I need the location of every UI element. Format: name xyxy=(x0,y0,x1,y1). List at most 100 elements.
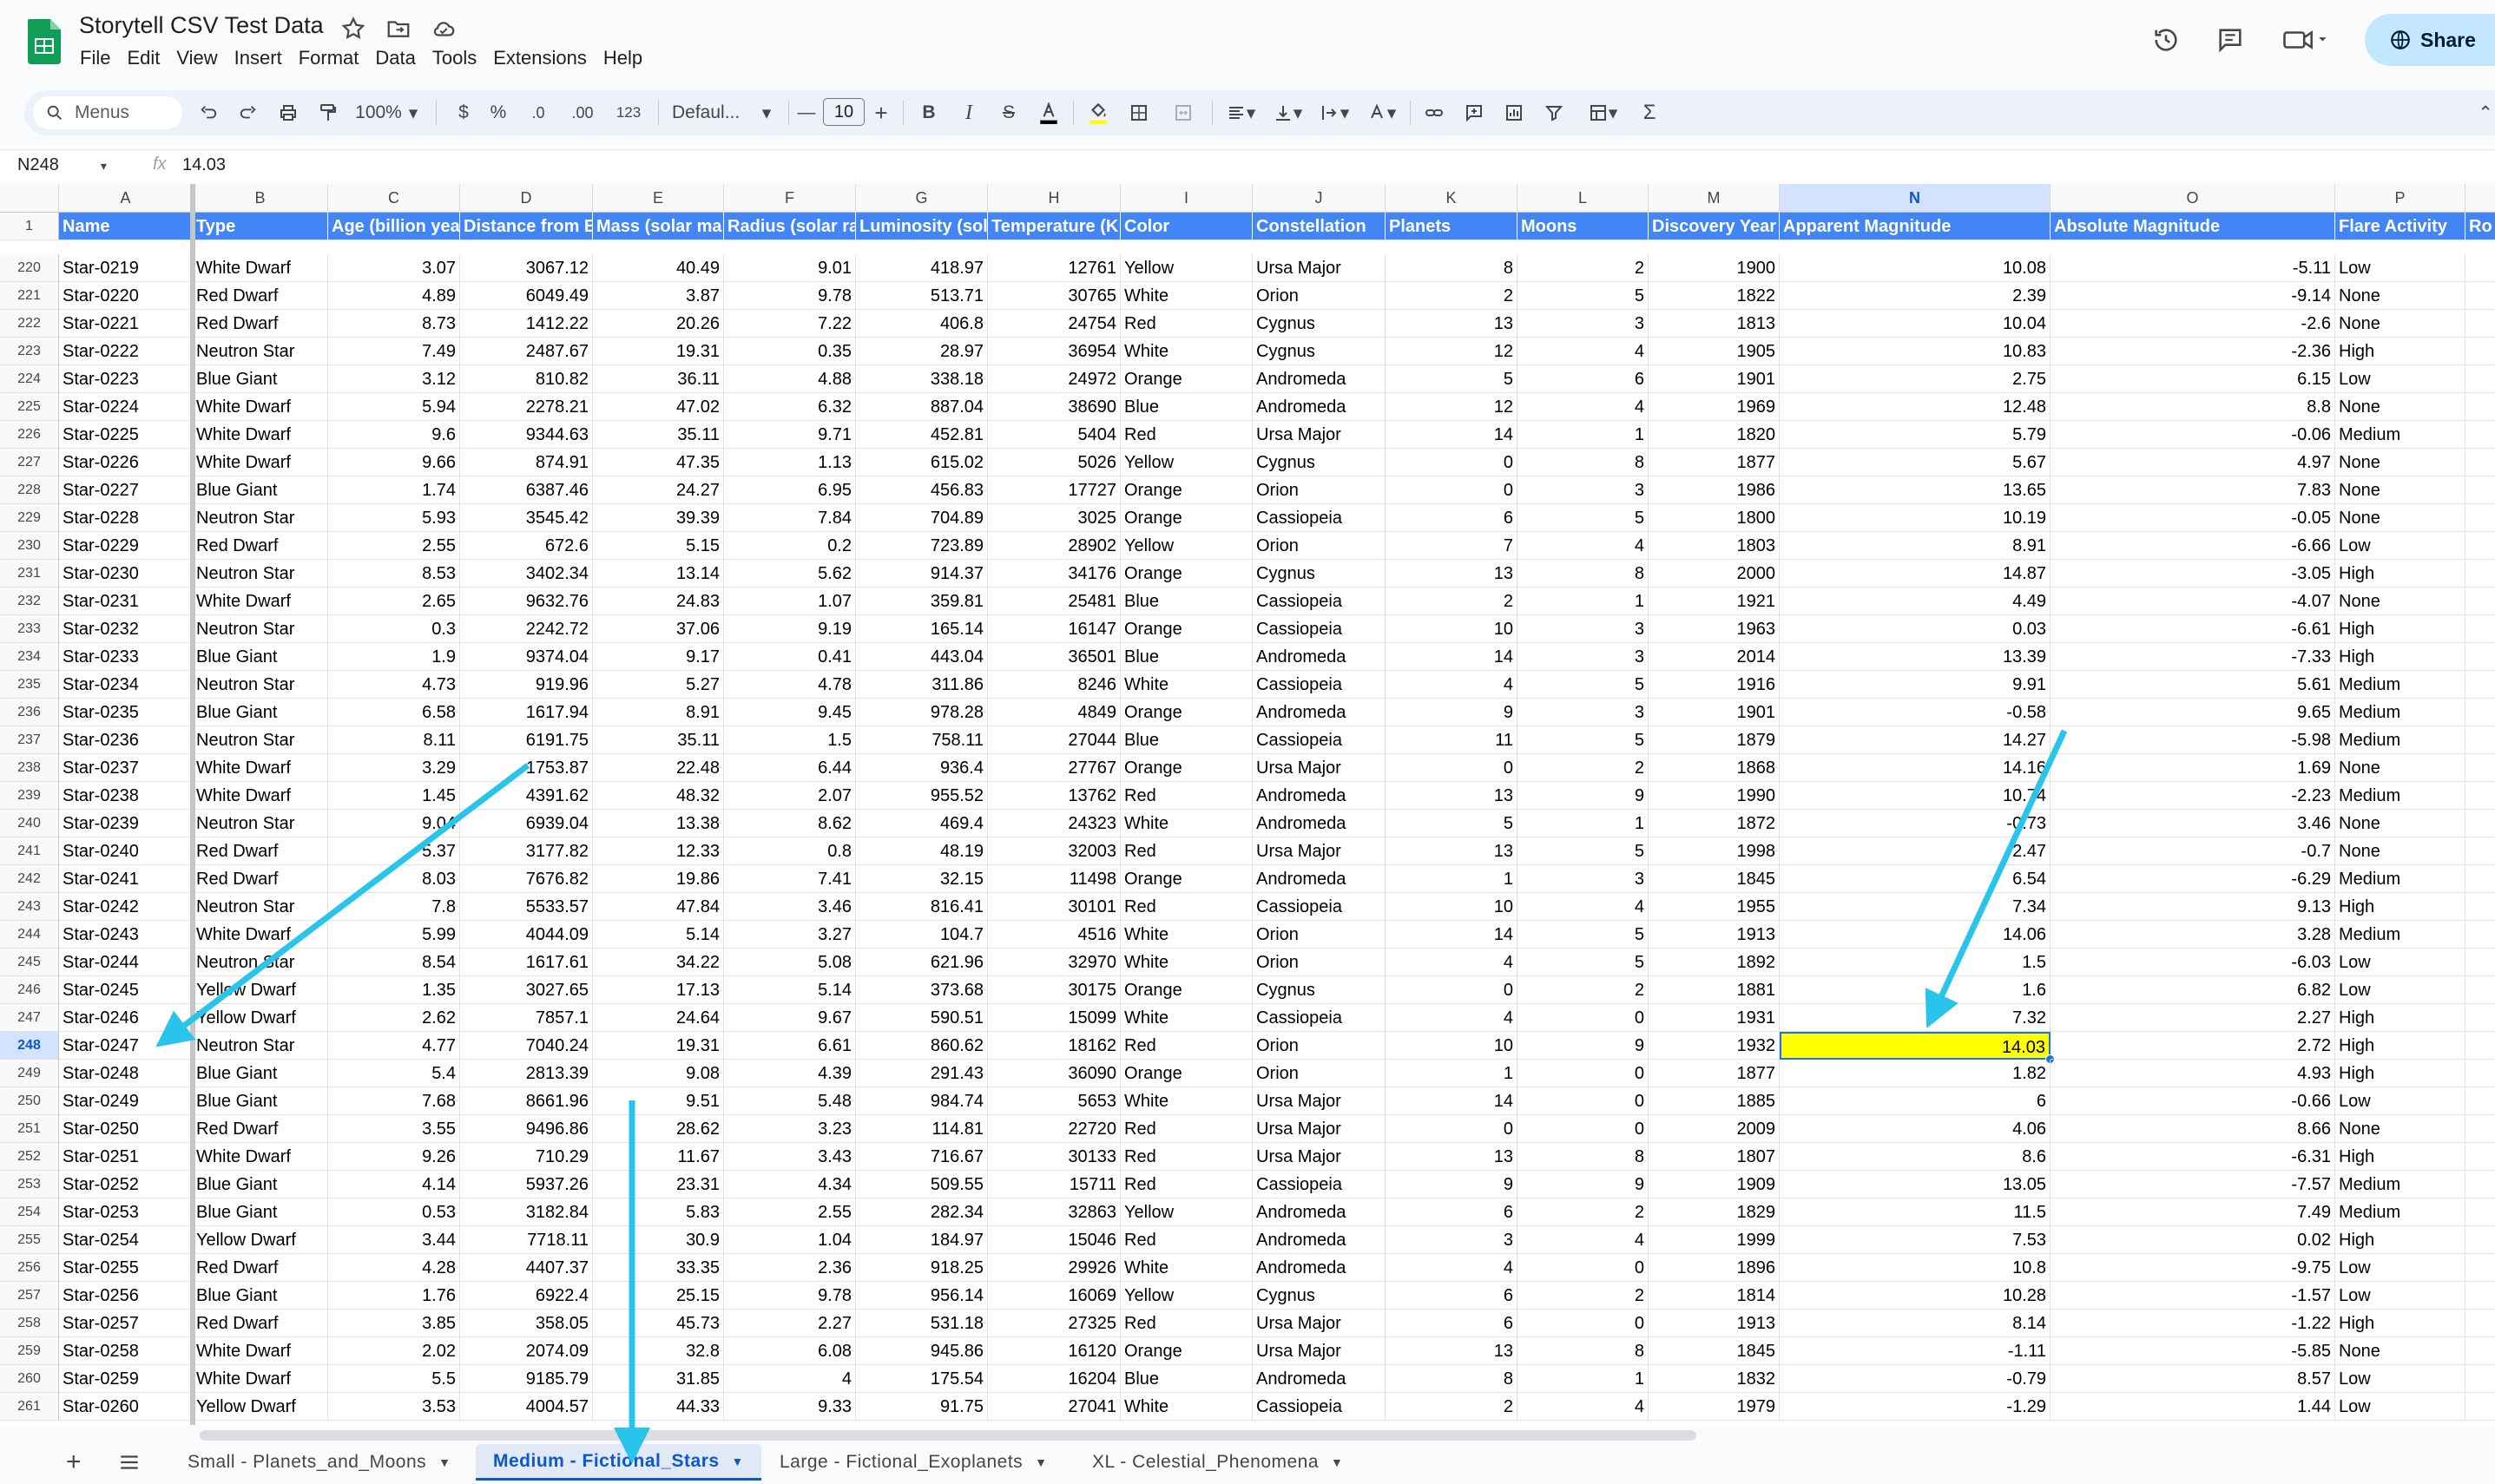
table-cell[interactable]: 3.28 xyxy=(2051,921,2335,949)
table-cell[interactable]: 0 xyxy=(1386,754,1517,782)
table-cell[interactable]: Low xyxy=(2335,365,2465,393)
table-cell[interactable]: 3.27 xyxy=(724,921,856,949)
table-cell[interactable] xyxy=(2465,365,2495,393)
table-cell[interactable]: 1872 xyxy=(1649,810,1780,837)
table-cell[interactable]: Star-0248 xyxy=(59,1060,193,1087)
table-cell[interactable]: 5937.26 xyxy=(460,1171,593,1198)
table-cell[interactable]: 17.13 xyxy=(593,976,724,1004)
table-cell[interactable]: 1901 xyxy=(1649,699,1780,726)
row-number[interactable]: 239 xyxy=(0,782,59,810)
table-cell[interactable]: 9.71 xyxy=(724,421,856,449)
sheet-tab-large[interactable]: Large - Fictional_Exoplanets ▼ xyxy=(762,1444,1065,1481)
table-cell[interactable]: 338.18 xyxy=(856,365,988,393)
table-cell[interactable]: Cassiopeia xyxy=(1253,1004,1386,1032)
table-cell[interactable]: 8246 xyxy=(988,671,1121,699)
table-cell[interactable]: 758.11 xyxy=(856,726,988,754)
table-cell[interactable]: 10.8 xyxy=(1780,1254,2051,1282)
table-cell[interactable]: 16147 xyxy=(988,615,1121,643)
menu-file[interactable]: File xyxy=(80,47,110,69)
table-cell[interactable]: White xyxy=(1121,282,1253,310)
move-folder-icon[interactable] xyxy=(385,16,411,42)
table-cell[interactable]: Orion xyxy=(1253,476,1386,504)
table-cell[interactable]: 3 xyxy=(1386,1226,1517,1254)
table-cell[interactable]: 358.05 xyxy=(460,1310,593,1337)
table-cell[interactable]: 6.15 xyxy=(2051,365,2335,393)
table-cell[interactable]: 1921 xyxy=(1649,588,1780,615)
column-title[interactable]: Moons xyxy=(1517,213,1649,240)
table-cell[interactable]: Star-0241 xyxy=(59,865,193,893)
table-cell[interactable]: Andromeda xyxy=(1253,865,1386,893)
table-cell[interactable] xyxy=(2465,949,2495,976)
row-number[interactable]: 244 xyxy=(0,921,59,949)
table-cell[interactable]: 7.8 xyxy=(328,893,460,921)
table-cell[interactable]: 1 xyxy=(1517,421,1649,449)
table-cell[interactable]: 2 xyxy=(1517,754,1649,782)
table-cell[interactable]: 291.43 xyxy=(856,1060,988,1087)
table-cell[interactable]: 9 xyxy=(1517,1171,1649,1198)
table-cell[interactable]: Red xyxy=(1121,1226,1253,1254)
table-cell[interactable]: 6387.46 xyxy=(460,476,593,504)
table-cell[interactable]: 4849 xyxy=(988,699,1121,726)
table-cell[interactable]: 4.14 xyxy=(328,1171,460,1198)
table-cell[interactable]: 1901 xyxy=(1649,365,1780,393)
table-cell[interactable]: Ursa Major xyxy=(1253,837,1386,865)
table-cell[interactable]: 12.48 xyxy=(1780,393,2051,421)
table-cell[interactable]: -0.06 xyxy=(2051,421,2335,449)
table-cell[interactable]: 12.33 xyxy=(593,837,724,865)
table-cell[interactable]: 47.35 xyxy=(593,449,724,476)
table-cell[interactable]: 10.08 xyxy=(1780,254,2051,282)
table-cell[interactable]: 704.89 xyxy=(856,504,988,532)
table-cell[interactable]: 3.43 xyxy=(724,1143,856,1171)
table-cell[interactable]: Orion xyxy=(1253,1032,1386,1060)
table-cell[interactable]: 3.46 xyxy=(724,893,856,921)
table-cell[interactable]: None xyxy=(2335,449,2465,476)
table-cell[interactable]: 8.73 xyxy=(328,310,460,338)
table-cell[interactable]: 36090 xyxy=(988,1060,1121,1087)
select-all-corner[interactable] xyxy=(0,184,59,212)
table-cell[interactable]: 723.89 xyxy=(856,532,988,560)
table-cell[interactable]: 10.04 xyxy=(1780,310,2051,338)
table-cell[interactable]: Red Dwarf xyxy=(193,1310,328,1337)
table-cell[interactable]: Yellow xyxy=(1121,449,1253,476)
table-cell[interactable]: Medium xyxy=(2335,921,2465,949)
row-number[interactable]: 253 xyxy=(0,1171,59,1198)
table-cell[interactable]: 6939.04 xyxy=(460,810,593,837)
table-cell[interactable]: 1.07 xyxy=(724,588,856,615)
menu-format[interactable]: Format xyxy=(299,47,359,69)
table-cell[interactable]: Cassiopeia xyxy=(1253,504,1386,532)
table-cell[interactable] xyxy=(2465,1060,2495,1087)
table-cell[interactable]: 452.81 xyxy=(856,421,988,449)
row-number[interactable]: 252 xyxy=(0,1143,59,1171)
table-cell[interactable]: 6 xyxy=(1517,365,1649,393)
table-cell[interactable]: Red xyxy=(1121,1143,1253,1171)
table-cell[interactable]: Orange xyxy=(1121,699,1253,726)
table-cell[interactable]: 5.27 xyxy=(593,671,724,699)
table-cell[interactable]: 13 xyxy=(1386,1337,1517,1365)
table-cell[interactable]: 4.34 xyxy=(724,1171,856,1198)
table-cell[interactable]: 716.67 xyxy=(856,1143,988,1171)
undo-icon[interactable] xyxy=(191,90,226,135)
table-cell[interactable]: 5.08 xyxy=(724,949,856,976)
table-cell[interactable]: Cassiopeia xyxy=(1253,671,1386,699)
table-cell[interactable]: 9 xyxy=(1386,1171,1517,1198)
table-cell[interactable]: 1916 xyxy=(1649,671,1780,699)
table-cell[interactable]: 5404 xyxy=(988,421,1121,449)
table-cell[interactable]: White xyxy=(1121,949,1253,976)
table-cell[interactable]: 4391.62 xyxy=(460,782,593,810)
table-cell[interactable]: 15711 xyxy=(988,1171,1121,1198)
table-cell[interactable]: 7.68 xyxy=(328,1087,460,1115)
table-cell[interactable]: Star-0224 xyxy=(59,393,193,421)
table-cell[interactable]: 5.61 xyxy=(2051,671,2335,699)
table-cell[interactable]: 955.52 xyxy=(856,782,988,810)
row-number[interactable]: 220 xyxy=(0,254,59,282)
table-cell[interactable]: Orion xyxy=(1253,921,1386,949)
table-cell[interactable]: Star-0243 xyxy=(59,921,193,949)
table-cell[interactable]: 3182.84 xyxy=(460,1198,593,1226)
table-cell[interactable]: 7040.24 xyxy=(460,1032,593,1060)
table-cell[interactable]: 34176 xyxy=(988,560,1121,588)
table-cell[interactable]: 359.81 xyxy=(856,588,988,615)
table-cell[interactable]: 3 xyxy=(1517,865,1649,893)
table-cell[interactable]: 6.54 xyxy=(1780,865,2051,893)
table-cell[interactable]: Star-0246 xyxy=(59,1004,193,1032)
table-cell[interactable]: 1963 xyxy=(1649,615,1780,643)
